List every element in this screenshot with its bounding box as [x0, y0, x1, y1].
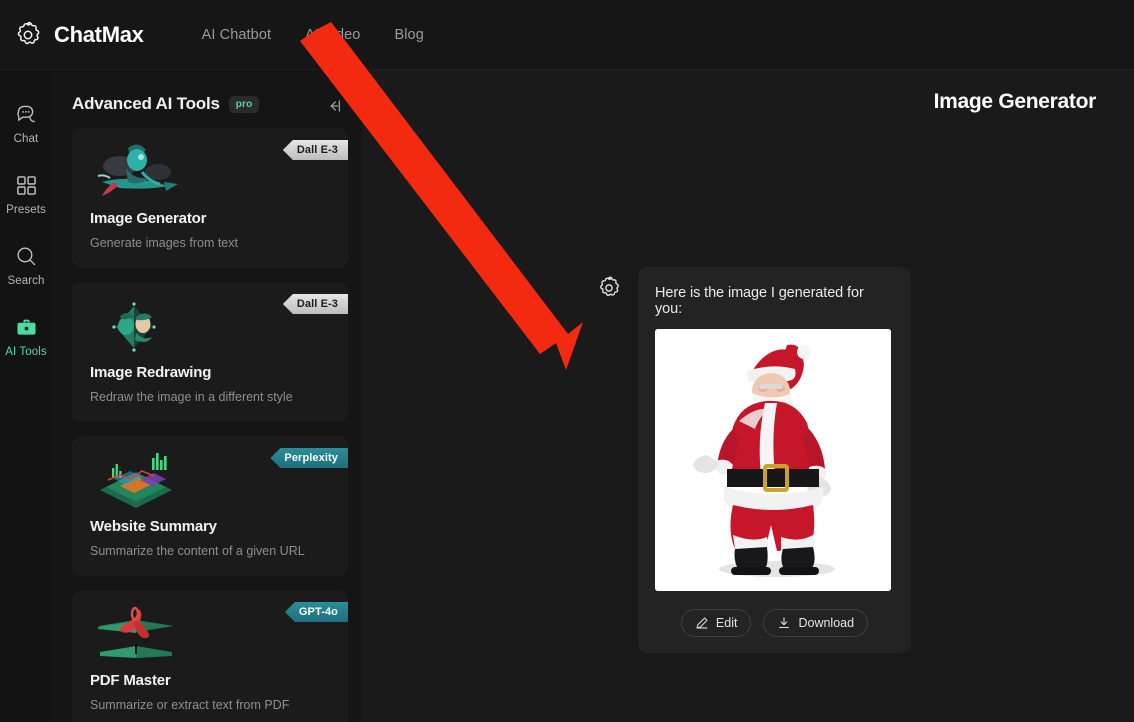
tools-panel-header: Advanced AI Tools pro	[60, 70, 360, 114]
main-title: Image Generator	[933, 90, 1097, 113]
tool-card-title: Image Generator	[90, 210, 207, 227]
sidebar-item-label: AI Tools	[5, 346, 47, 358]
tool-card-title: Website Summary	[90, 518, 217, 535]
advanced-ai-tools-panel: Advanced AI Tools pro Dall E-3 Image Gen…	[60, 70, 360, 722]
tool-card-title: Image Redrawing	[90, 364, 212, 381]
gear-avatar-icon	[596, 275, 622, 301]
download-button-label: Download	[798, 616, 855, 630]
pencil-icon	[695, 616, 709, 630]
tool-card-description: Generate images from text	[90, 236, 238, 250]
sidebar-item-presets[interactable]: Presets	[0, 173, 52, 216]
download-icon	[777, 616, 791, 630]
model-badge: Perplexity	[270, 448, 348, 468]
page-title: Advanced AI Tools	[72, 94, 220, 113]
tool-card-title: PDF Master	[90, 672, 171, 689]
assistant-message-bubble: Here is the image I generated for you: E…	[638, 267, 911, 653]
top-navigation: AI Chatbot AI Video Blog	[202, 27, 424, 43]
image-action-buttons: Edit Download	[655, 609, 894, 637]
edit-button-label: Edit	[715, 616, 738, 630]
tool-card-description: Summarize or extract text from PDF	[90, 698, 290, 712]
assistant-message-text: Here is the image I generated for you:	[655, 285, 864, 317]
diamond-portrait-art	[90, 292, 182, 362]
nav-link-ai-video[interactable]: AI Video	[305, 27, 360, 43]
sidebar-item-label: Presets	[6, 204, 46, 216]
isometric-dashboard-art	[90, 446, 182, 516]
nav-link-ai-chatbot[interactable]: AI Chatbot	[202, 27, 272, 43]
model-badge: GPT-4o	[284, 602, 348, 622]
witch-on-broomstick-art	[90, 138, 182, 208]
left-sidebar-rail: Chat Presets Search AI Tools	[0, 70, 52, 722]
assistant-message-row: Here is the image I generated for you: E…	[596, 267, 911, 653]
edit-button[interactable]: Edit	[680, 609, 752, 637]
grid-squares-icon	[14, 173, 38, 197]
model-badge: Dall E-3	[282, 140, 348, 160]
brand-logo-group[interactable]: ChatMax	[0, 19, 144, 51]
brand-name: ChatMax	[54, 21, 144, 47]
tool-card-pdf-master[interactable]: GPT-4o PDF Master Summarize or extract t…	[72, 590, 348, 722]
sidebar-item-search[interactable]: Search	[0, 244, 52, 287]
gear-logo-icon	[12, 19, 44, 51]
generated-image[interactable]	[655, 329, 891, 591]
sidebar-item-chat[interactable]: Chat	[0, 102, 52, 145]
nav-link-blog[interactable]: Blog	[394, 27, 423, 43]
collapse-left-icon[interactable]	[324, 96, 344, 116]
main-content-area: Image Generator Here is the image I gene…	[362, 70, 1134, 722]
tool-card-website-summary[interactable]: Perplexity Website Summary Summarize the…	[72, 436, 348, 576]
download-button[interactable]: Download	[763, 609, 869, 637]
sidebar-item-ai-tools[interactable]: AI Tools	[0, 315, 52, 358]
top-header-bar: ChatMax AI Chatbot AI Video Blog	[0, 0, 1134, 70]
tool-card-list: Dall E-3 Image Generator Generate images…	[60, 114, 360, 722]
toolbox-icon	[14, 315, 38, 339]
chat-bubbles-icon	[14, 102, 38, 126]
sidebar-item-label: Search	[7, 275, 45, 287]
tool-card-image-redrawing[interactable]: Dall E-3 Image Redrawing Redraw the imag…	[72, 282, 348, 422]
tool-card-image-generator[interactable]: Dall E-3 Image Generator Generate images…	[72, 128, 348, 268]
tool-card-description: Redraw the image in a different style	[90, 390, 293, 404]
tool-card-description: Summarize the content of a given URL	[90, 544, 305, 558]
pdf-acrobat-art	[90, 600, 182, 670]
sidebar-item-label: Chat	[13, 133, 39, 145]
pro-badge: pro	[228, 95, 260, 113]
magnifier-icon	[14, 244, 38, 268]
model-badge: Dall E-3	[282, 294, 348, 314]
